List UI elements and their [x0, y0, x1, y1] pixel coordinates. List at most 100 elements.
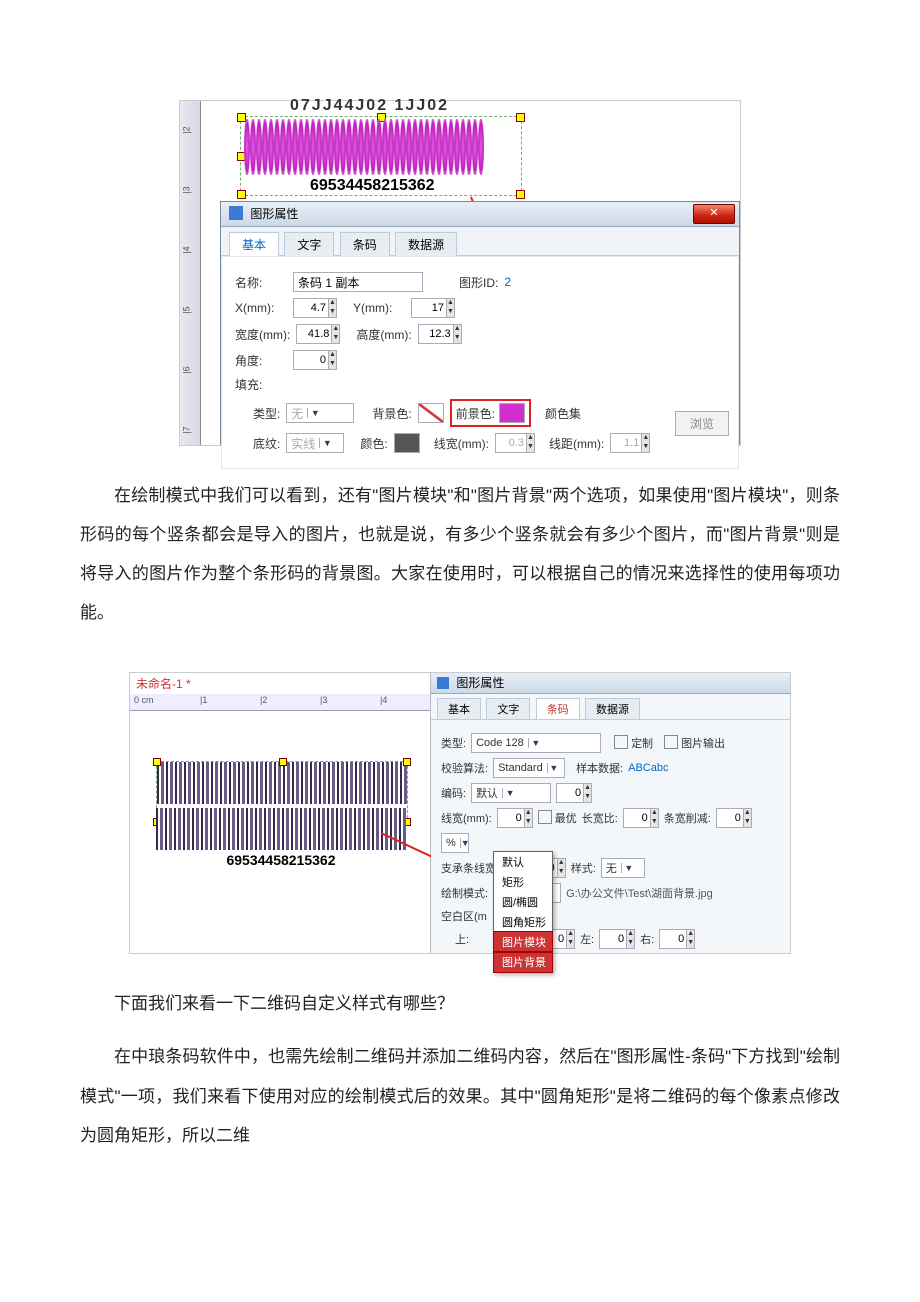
color-swatch[interactable] — [394, 433, 420, 453]
top-label: 上: — [455, 931, 469, 947]
encode-label: 编码: — [441, 785, 466, 801]
drawmode-path: G:\办公文件\Test\湖面背景.jpg — [566, 885, 713, 901]
ruler-vertical: |2|3 |4|5 |6|7 — [180, 101, 201, 445]
linew-input[interactable]: ▲▼ — [497, 808, 533, 828]
tab-basic[interactable]: 基本 — [437, 698, 481, 719]
barcode-tab-form: 类型: Code 128▼ 定制 图片输出 校验算法: Standard▼ 样本… — [431, 720, 790, 962]
style-dropdown[interactable]: 无▼ — [601, 858, 645, 878]
dd-option-roundrect[interactable]: 圆角矩形 — [494, 912, 552, 932]
tabs-2: 基本 文字 条码 数据源 — [431, 694, 790, 720]
properties-panel-right: 图形属性 基本 文字 条码 数据源 类型: Code 128▼ 定制 图片输出 … — [431, 673, 790, 953]
ruler-horizontal: 0 cm |1 |2 |3 |4 — [130, 694, 430, 711]
width-input[interactable]: ▲▼ — [296, 324, 340, 344]
ratio-label: 长宽比: — [582, 810, 618, 826]
tab-text[interactable]: 文字 — [486, 698, 530, 719]
barcode-bars — [244, 119, 516, 175]
fgcolor-highlighted: 前景色: — [450, 399, 531, 427]
barcode-2-number: 69534458215362 — [156, 852, 406, 868]
paragraph-1: 在绘制模式中我们可以看到，还有"图片模块"和"图片背景"两个选项，如果使用"图片… — [80, 476, 840, 632]
drawmode-dropdown-list[interactable]: 默认 矩形 圆/椭圆 圆角矩形 图片模块 图片背景 — [493, 851, 553, 973]
y-input[interactable]: ▲▼ — [411, 298, 455, 318]
style-label: 样式: — [571, 860, 596, 876]
dd-option-image-bg[interactable]: 图片背景 — [494, 952, 552, 972]
tab-datasource[interactable]: 数据源 — [585, 698, 640, 719]
document-name: 未命名-1 * — [130, 673, 430, 694]
dd-option-rect[interactable]: 矩形 — [494, 872, 552, 892]
dialog-title-text: 图形属性 — [250, 207, 298, 221]
x-input[interactable]: ▲▼ — [293, 298, 337, 318]
left-input[interactable]: ▲▼ — [599, 929, 635, 949]
linegap-input[interactable]: ▲▼ — [610, 433, 650, 453]
shape-id-label: 图形ID: — [459, 274, 498, 291]
shape-properties-dialog: 图形属性 ✕ 基本 文字 条码 数据源 名称: 图形ID: 2 X(mm): ▲… — [220, 201, 740, 445]
dd-option-circle[interactable]: 圆/椭圆 — [494, 892, 552, 912]
bgcolor-swatch[interactable] — [418, 403, 444, 423]
figure-1-properties-dialog: |2|3 |4|5 |6|7 07JJ44J02 1JJ02 695344582… — [179, 100, 741, 446]
dd-option-default[interactable]: 默认 — [494, 852, 552, 872]
colorset-label[interactable]: 颜色集 — [545, 405, 581, 422]
check-algo-label: 校验算法: — [441, 760, 488, 776]
tab-basic[interactable]: 基本 — [229, 232, 279, 256]
check-algo-dropdown[interactable]: Standard▼ — [493, 758, 565, 778]
encode-num-input[interactable]: ▲▼ — [556, 783, 592, 803]
bgcolor-label: 背景色: — [372, 405, 411, 422]
type-dropdown[interactable]: 无▼ — [286, 403, 354, 423]
barcode-top-number: 07JJ44J02 1JJ02 — [290, 97, 449, 115]
type-label: 类型: — [253, 405, 280, 422]
canvas-left: 未命名-1 * 0 cm |1 |2 |3 |4 69534458215362 … — [130, 673, 431, 953]
angle-label: 角度: — [235, 352, 287, 369]
fgcolor-swatch[interactable] — [499, 403, 525, 423]
encode-dropdown[interactable]: 默认▼ — [471, 783, 551, 803]
app-icon — [229, 206, 243, 220]
img-output-checkbox[interactable] — [664, 735, 678, 749]
x-label: X(mm): — [235, 301, 287, 315]
angle-input[interactable]: ▲▼ — [293, 350, 337, 370]
name-input[interactable] — [293, 272, 423, 292]
shape-id-value: 2 — [504, 275, 511, 289]
dialog-titlebar[interactable]: 图形属性 ✕ — [221, 202, 739, 227]
right-input[interactable]: ▲▼ — [659, 929, 695, 949]
fill-label: 填充: — [235, 376, 262, 393]
type-dropdown[interactable]: Code 128▼ — [471, 733, 601, 753]
best-checkbox[interactable] — [538, 810, 552, 824]
browse-button[interactable]: 浏览 — [675, 411, 729, 436]
close-button[interactable]: ✕ — [693, 204, 735, 224]
name-label: 名称: — [235, 274, 287, 291]
linew-input[interactable]: ▲▼ — [495, 433, 535, 453]
sample-value: ABCabc — [628, 762, 668, 774]
paragraph-3: 在中琅条码软件中，也需先绘制二维码并添加二维码内容，然后在"图形属性-条码"下方… — [80, 1037, 840, 1154]
tab-barcode[interactable]: 条码 — [536, 698, 580, 719]
sample-label: 样本数据: — [576, 760, 623, 776]
color-label: 颜色: — [360, 435, 387, 452]
hatch-label: 底纹: — [253, 435, 280, 452]
dd-option-image-module[interactable]: 图片模块 — [494, 932, 552, 952]
paragraph-2: 下面我们来看一下二维码自定义样式有哪些？ — [80, 984, 840, 1023]
trim-input[interactable]: ▲▼ — [716, 808, 752, 828]
trim-label: 条宽削减: — [664, 810, 711, 826]
type-label: 类型: — [441, 735, 466, 751]
width-label: 宽度(mm): — [235, 326, 290, 343]
trim-unit-dropdown[interactable]: %▼ — [441, 833, 469, 853]
drawmode-label: 绘制模式: — [441, 885, 488, 901]
tab-barcode[interactable]: 条码 — [340, 232, 390, 256]
app-icon — [437, 677, 449, 689]
dialog-tabs: 基本 文字 条码 数据源 — [221, 227, 739, 256]
tab-text[interactable]: 文字 — [284, 232, 334, 256]
barcode-2[interactable]: 69534458215362 — [156, 808, 406, 868]
tab-datasource[interactable]: 数据源 — [395, 232, 457, 256]
linew-label: 线宽(mm): — [441, 810, 492, 826]
height-label: 高度(mm): — [356, 326, 411, 343]
hatch-dropdown[interactable]: 实线▼ — [286, 433, 344, 453]
left-label: 左: — [580, 931, 594, 947]
blank-label: 空白区(m — [441, 908, 487, 924]
barcode-number: 69534458215362 — [310, 177, 435, 195]
height-input[interactable]: ▲▼ — [418, 324, 462, 344]
linegap-label: 线距(mm): — [549, 435, 604, 452]
dialog-title-2: 图形属性 — [431, 673, 790, 694]
custom-checkbox[interactable] — [614, 735, 628, 749]
ratio-input[interactable]: ▲▼ — [623, 808, 659, 828]
right-label: 右: — [640, 931, 654, 947]
dialog-form: 名称: 图形ID: 2 X(mm): ▲▼ Y(mm): ▲▼ 宽度(mm): … — [221, 256, 739, 469]
fgcolor-label: 前景色: — [456, 405, 495, 422]
figure-2-barcode-tab: 未命名-1 * 0 cm |1 |2 |3 |4 69534458215362 … — [129, 672, 791, 954]
